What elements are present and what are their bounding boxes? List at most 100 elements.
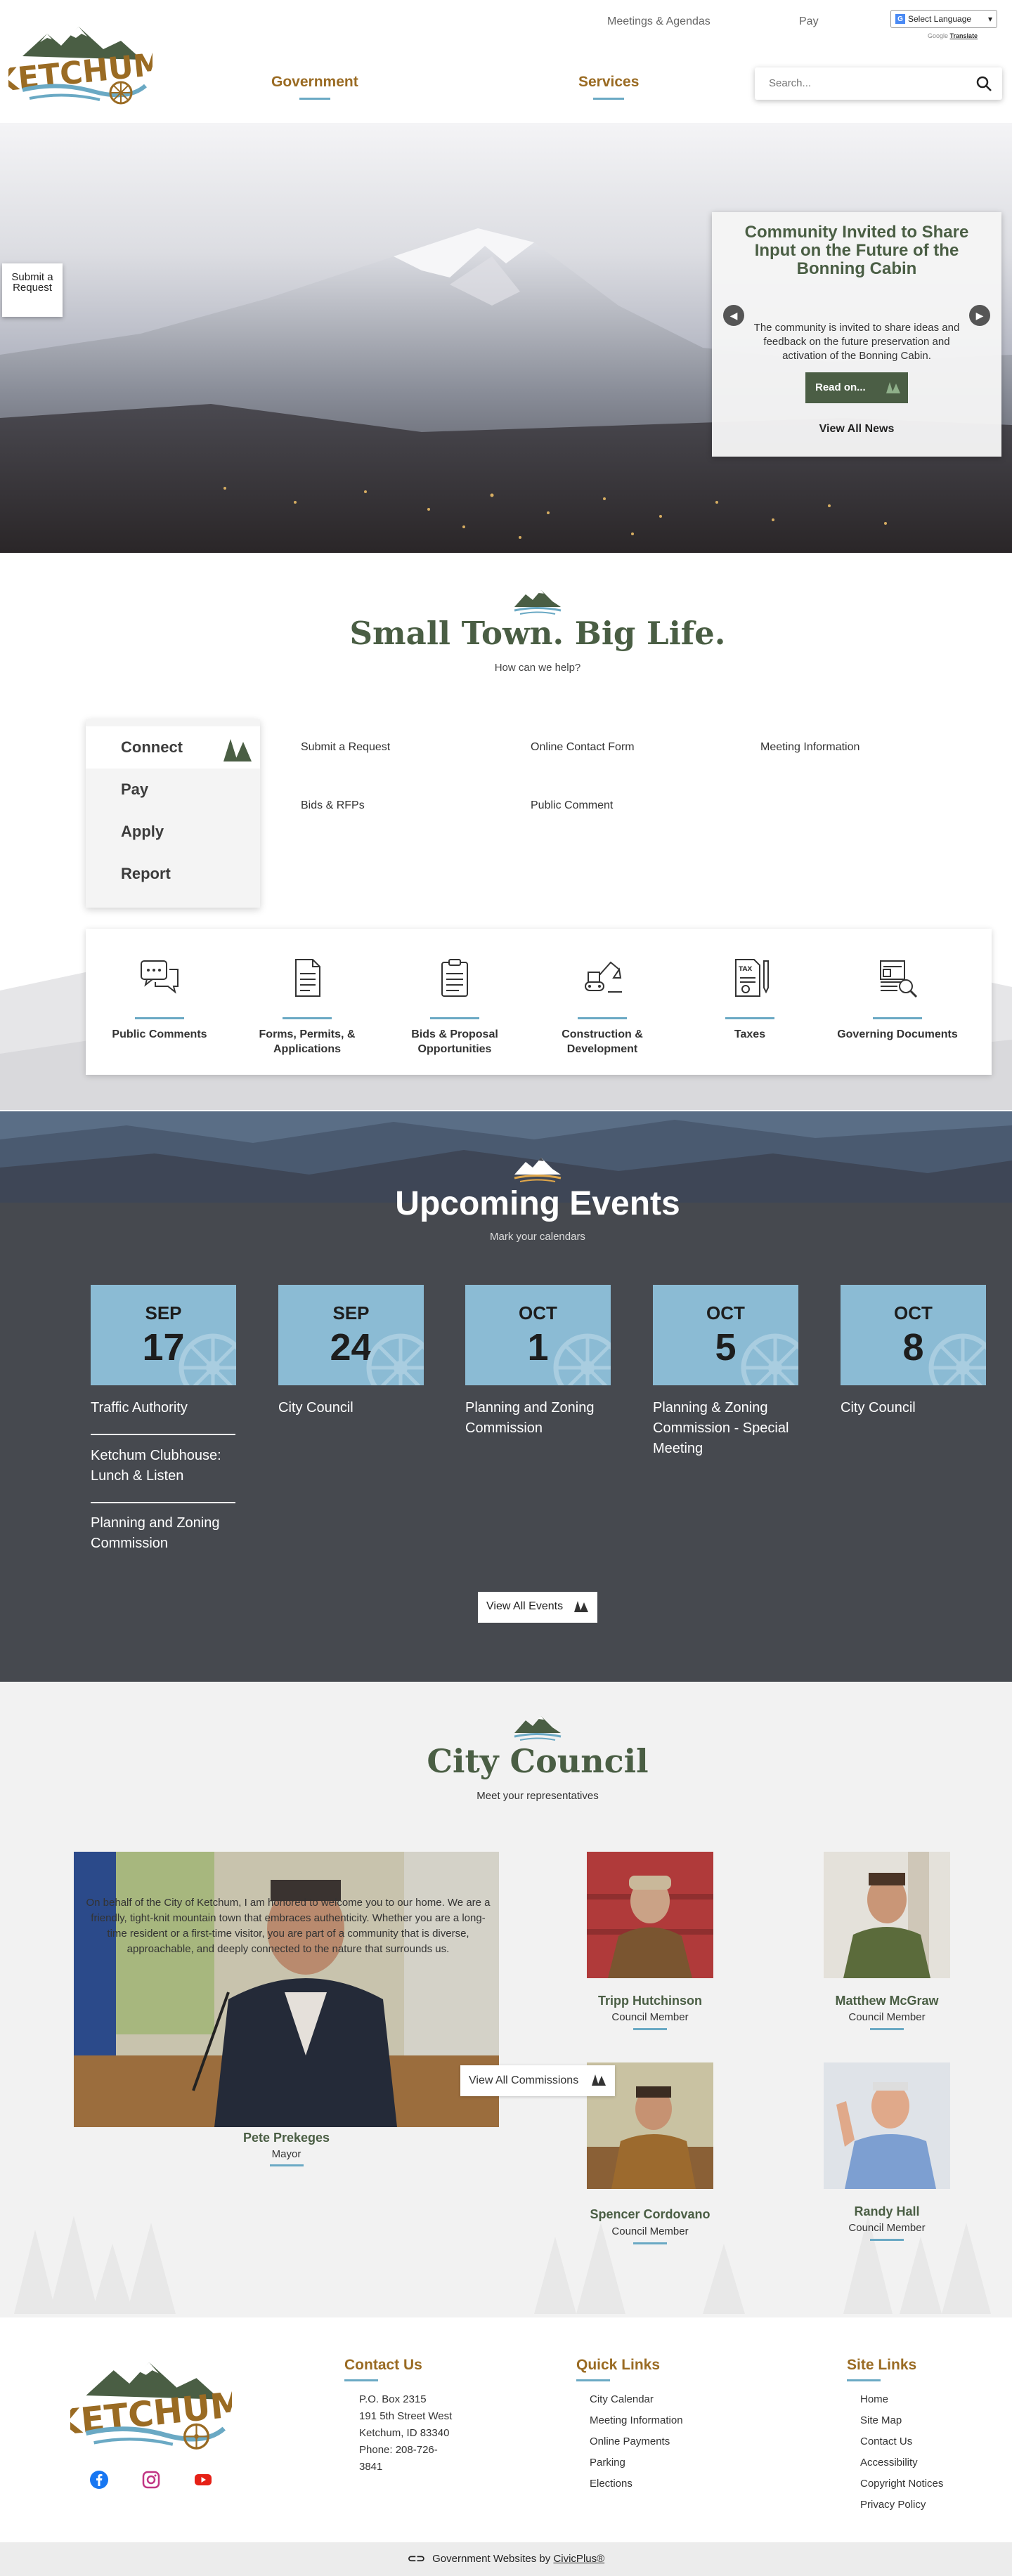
view-all-commissions-button[interactable]: View All Commissions bbox=[460, 2065, 615, 2096]
member-name-tripp-hutchinson[interactable]: Tripp Hutchinson bbox=[566, 1994, 734, 2008]
mayor-photo bbox=[74, 1852, 499, 2127]
event-date-tile[interactable]: SEP 17 bbox=[91, 1285, 236, 1385]
council-title: City Council bbox=[427, 1742, 649, 1780]
event-month: SEP bbox=[332, 1302, 370, 1323]
view-all-events-button[interactable]: View All Events bbox=[478, 1592, 597, 1623]
event-date-tile[interactable]: SEP 24 bbox=[278, 1285, 424, 1385]
search-input[interactable] bbox=[755, 67, 952, 98]
public-comment-link[interactable]: Public Comment bbox=[531, 799, 613, 812]
member-photo-randy-hall bbox=[824, 2062, 950, 2189]
ketchum-emblem-icon bbox=[514, 1158, 562, 1182]
footer-link-elections[interactable]: Elections bbox=[590, 2473, 632, 2495]
event-date-tile[interactable]: OCT 5 bbox=[653, 1285, 798, 1385]
mayor-welcome-text: On behalf of the City of Ketchum, I am h… bbox=[86, 1897, 491, 1955]
event-city-council[interactable]: City Council bbox=[278, 1398, 426, 1418]
next-arrow-icon[interactable]: ▶ bbox=[969, 305, 990, 326]
help-menu-connect[interactable]: Connect bbox=[86, 726, 260, 769]
help-menu-apply[interactable]: Apply bbox=[86, 811, 260, 853]
trees-background bbox=[14, 2216, 991, 2314]
wagon-wheel-icon bbox=[741, 1333, 798, 1385]
meeting-information-link[interactable]: Meeting Information bbox=[760, 741, 859, 754]
bids-proposals-tile[interactable]: Bids & Proposal Opportunities bbox=[381, 929, 528, 1075]
event-planning-zoning-special[interactable]: Planning & Zoning Commission - Special M… bbox=[653, 1398, 800, 1459]
search-box bbox=[755, 67, 1002, 100]
mayor-portrait bbox=[74, 1852, 499, 2127]
forms-permits-tile[interactable]: Forms, Permits, & Applications bbox=[233, 929, 381, 1075]
member-role: Council Member bbox=[848, 2222, 926, 2234]
events-title: Upcoming Events bbox=[395, 1185, 680, 1222]
view-all-news-link[interactable]: View All News bbox=[712, 423, 1001, 436]
member-underline bbox=[633, 2242, 667, 2244]
footer-link-online-payments[interactable]: Online Payments bbox=[590, 2431, 670, 2452]
public-comments-tile[interactable]: Public Comments bbox=[86, 929, 233, 1075]
wagon-wheel-icon bbox=[928, 1333, 986, 1385]
ketchum-logo[interactable]: KETCHUM bbox=[70, 2353, 232, 2458]
civicplus-bar: ⊂⊃ Government Websites by CivicPlus® bbox=[0, 2542, 1012, 2576]
footer-link-meeting-information[interactable]: Meeting Information bbox=[590, 2410, 683, 2431]
event-planning-zoning[interactable]: Planning and Zoning Commission bbox=[465, 1398, 613, 1439]
nav-services[interactable]: Services bbox=[578, 74, 639, 100]
event-date-tile[interactable]: OCT 1 bbox=[465, 1285, 611, 1385]
event-city-council[interactable]: City Council bbox=[841, 1398, 988, 1418]
facebook-icon[interactable] bbox=[89, 2470, 109, 2490]
construction-tile[interactable]: Construction & Development bbox=[528, 929, 676, 1075]
nav-underline bbox=[299, 98, 330, 100]
help-menu-report[interactable]: Report bbox=[86, 853, 260, 895]
tile-underline bbox=[873, 1017, 922, 1019]
chevron-down-icon: ▾ bbox=[987, 14, 992, 24]
google-text: Google bbox=[928, 32, 949, 39]
civicplus-link[interactable]: CivicPlus® bbox=[553, 2553, 604, 2565]
help-menu-pay[interactable]: Pay bbox=[86, 769, 260, 811]
submit-a-request-link[interactable]: Submit a Request bbox=[301, 741, 390, 754]
ketchum-emblem-icon bbox=[514, 1716, 562, 1741]
governing-documents-tile[interactable]: Governing Documents bbox=[824, 929, 971, 1075]
pay-link[interactable]: Pay bbox=[799, 15, 819, 28]
meetings-agendas-link[interactable]: Meetings & Agendas bbox=[607, 15, 711, 28]
site-footer: KETCHUM Contact Us P.O. Box 2315 191 5th… bbox=[0, 2317, 1012, 2542]
read-on-button[interactable]: Read on... bbox=[805, 372, 908, 403]
event-planning-zoning[interactable]: Planning and Zoning Commission bbox=[91, 1513, 245, 1554]
ketchum-logo[interactable]: KETCHUM bbox=[8, 21, 153, 109]
taxes-tile[interactable]: TAX Taxes bbox=[676, 929, 824, 1075]
bids-rfps-link[interactable]: Bids & RFPs bbox=[301, 799, 365, 812]
member-name-matthew-mcgraw[interactable]: Matthew McGraw bbox=[803, 1994, 971, 2008]
submit-request-button[interactable]: Submit a Request bbox=[2, 263, 63, 317]
footer-link-copyright-notices[interactable]: Copyright Notices bbox=[860, 2473, 943, 2495]
translate-link[interactable]: Translate bbox=[950, 32, 978, 39]
quick-links-heading: Quick Links bbox=[576, 2357, 661, 2373]
member-name-spencer-cordovano[interactable]: Spencer Cordovano bbox=[566, 2207, 734, 2222]
news-title[interactable]: Community Invited to Share Input on the … bbox=[740, 223, 973, 278]
footer-link-accessibility[interactable]: Accessibility bbox=[860, 2452, 918, 2473]
footer-link-city-calendar[interactable]: City Calendar bbox=[590, 2389, 654, 2410]
youtube-icon[interactable] bbox=[193, 2470, 213, 2490]
footer-link-parking[interactable]: Parking bbox=[590, 2452, 625, 2473]
footer-link-privacy-policy[interactable]: Privacy Policy bbox=[860, 2495, 926, 2516]
event-ketchum-clubhouse[interactable]: Ketchum Clubhouse: Lunch & Listen bbox=[91, 1446, 245, 1486]
prev-arrow-icon[interactable]: ◀ bbox=[723, 305, 744, 326]
member-underline bbox=[870, 2028, 904, 2030]
instagram-icon[interactable] bbox=[141, 2470, 161, 2490]
read-on-label: Read on... bbox=[815, 381, 866, 393]
nav-underline bbox=[593, 98, 625, 100]
trees-icon bbox=[574, 1601, 588, 1612]
language-select[interactable]: G Select Language ▾ bbox=[890, 10, 997, 28]
civicplus-text: Government Websites by bbox=[432, 2553, 551, 2565]
event-month: SEP bbox=[145, 1302, 182, 1323]
event-traffic-authority[interactable]: Traffic Authority bbox=[91, 1398, 238, 1418]
page-subtitle: How can we help? bbox=[494, 662, 581, 674]
footer-link-home[interactable]: Home bbox=[860, 2389, 888, 2410]
member-underline bbox=[870, 2239, 904, 2241]
member-role: Council Member bbox=[611, 2011, 689, 2023]
nav-government[interactable]: Government bbox=[271, 74, 358, 100]
mayor-name[interactable]: Pete Prekeges bbox=[74, 2131, 499, 2145]
chat-bubbles-icon bbox=[141, 960, 179, 994]
footer-link-contact-us[interactable]: Contact Us bbox=[860, 2431, 912, 2452]
nav-government-label: Government bbox=[271, 74, 358, 90]
search-icon[interactable] bbox=[975, 75, 992, 92]
footer-link-site-map[interactable]: Site Map bbox=[860, 2410, 902, 2431]
online-contact-form-link[interactable]: Online Contact Form bbox=[531, 741, 635, 754]
member-portrait bbox=[824, 2062, 950, 2189]
contact-us-heading: Contact Us bbox=[344, 2357, 422, 2373]
event-date-tile[interactable]: OCT 8 bbox=[841, 1285, 986, 1385]
member-name-randy-hall[interactable]: Randy Hall bbox=[803, 2204, 971, 2219]
